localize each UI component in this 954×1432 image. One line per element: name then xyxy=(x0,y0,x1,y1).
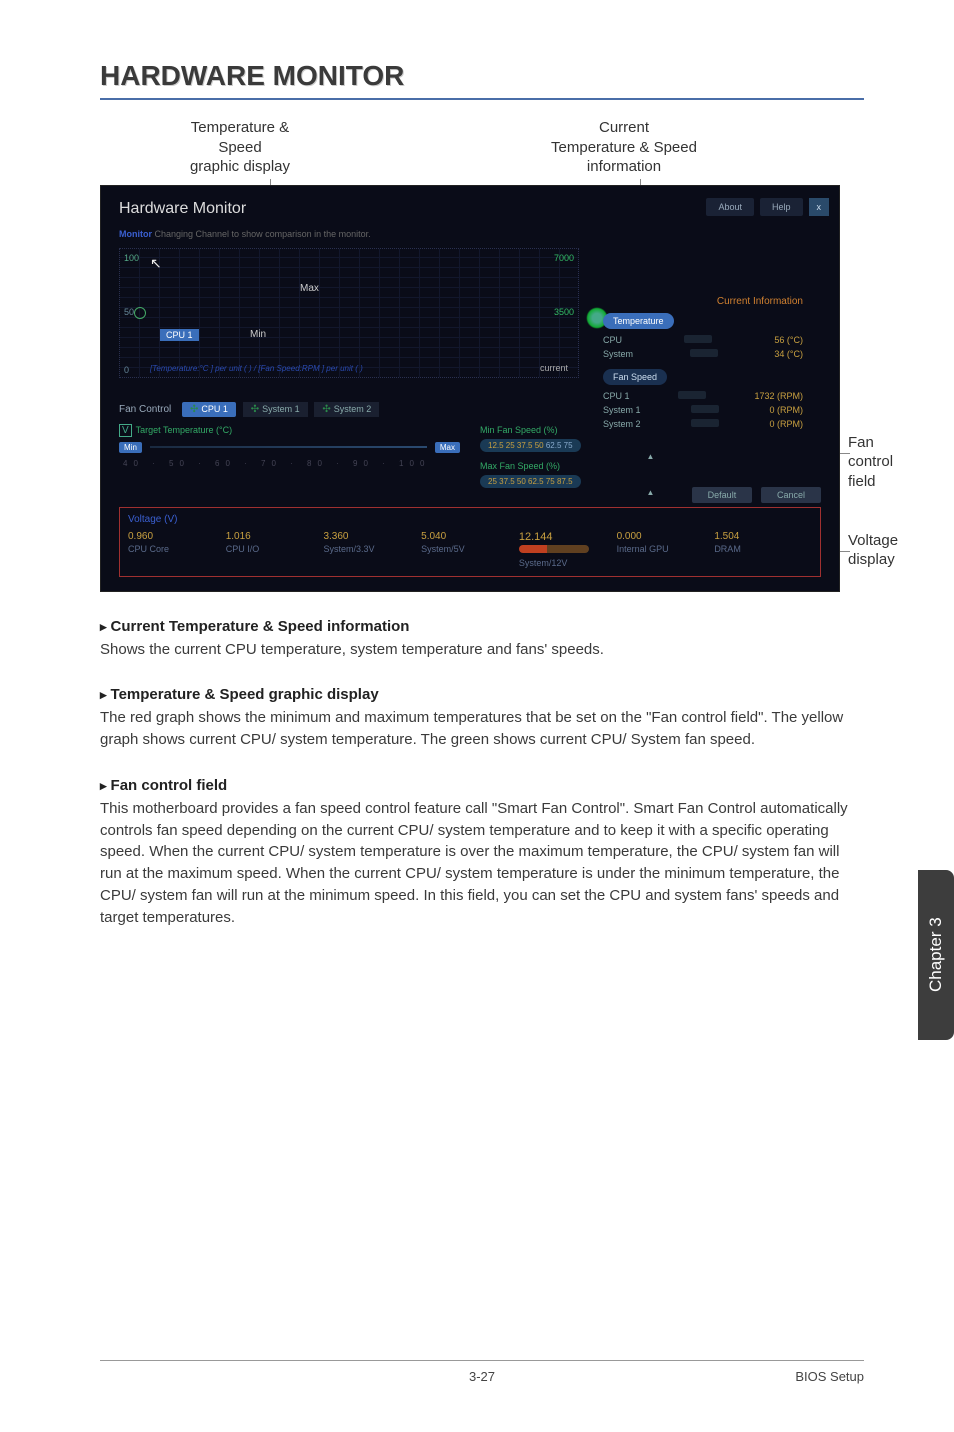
voltage-cell: 0.960 CPU Core xyxy=(128,531,226,568)
monitor-hint: Monitor Changing Channel to show compari… xyxy=(101,226,839,242)
max-fan-slider[interactable]: 25 37.5 50 62.5 75 87.5 xyxy=(480,475,581,488)
voltage-cell: 5.040 System/5V xyxy=(421,531,519,568)
cursor-icon: ↖ xyxy=(150,255,164,269)
voltage-cell: 0.000 Internal GPU xyxy=(617,531,715,568)
callout-voltage: Voltagedisplay xyxy=(848,531,898,570)
section-heading: Current Temperature & Speed information xyxy=(100,618,864,635)
min-knob[interactable]: Min xyxy=(119,442,142,453)
hardware-monitor-screenshot: Hardware Monitor About Help x Monitor Ch… xyxy=(100,185,840,592)
voltage-cell: 3.360 System/3.3V xyxy=(323,531,421,568)
target-temp-label: Target Temperature (°C) xyxy=(136,425,232,435)
footer-section: BIOS Setup xyxy=(795,1369,864,1384)
section-heading: Fan control field xyxy=(100,777,864,794)
page-number: 3-27 xyxy=(100,1369,864,1384)
slider-marker-icon: ▲ xyxy=(480,452,821,461)
fan-speed-tab[interactable]: Fan Speed xyxy=(603,369,667,385)
close-button[interactable]: x xyxy=(809,198,830,216)
section-body: This motherboard provides a fan speed co… xyxy=(100,798,864,929)
max-label: Max xyxy=(300,283,319,294)
y2-axis-7000: 7000 xyxy=(554,253,574,263)
voltage-cell: 1.504 DRAM xyxy=(714,531,812,568)
info-row: System 34 (°C) xyxy=(603,347,803,361)
leader-line xyxy=(840,551,850,552)
label-temp-speed-graphic: Temperature &Speedgraphic display xyxy=(140,118,340,177)
info-row: CPU 56 (°C) xyxy=(603,333,803,347)
max-fan-title: Max Fan Speed (%) xyxy=(480,461,821,471)
label-current-info: CurrentTemperature & Speedinformation xyxy=(504,118,744,177)
section-body: The red graph shows the minimum and maxi… xyxy=(100,707,864,751)
fc-tab-cpu1[interactable]: ✣CPU 1 xyxy=(182,402,236,417)
section-body: Shows the current CPU temperature, syste… xyxy=(100,639,864,661)
min-fan-title: Min Fan Speed (%) xyxy=(480,425,821,435)
fan-control-label: Fan Control xyxy=(119,404,171,415)
leader-line xyxy=(840,453,850,454)
temp-slider[interactable] xyxy=(150,446,427,448)
fan-icon xyxy=(134,307,146,319)
fan-icon: ✣ xyxy=(190,404,198,415)
max-knob[interactable]: Max xyxy=(435,442,460,453)
help-button[interactable]: Help xyxy=(760,198,803,216)
page-title: HARDWARE MONITOR xyxy=(100,60,864,100)
section-heading: Temperature & Speed graphic display xyxy=(100,686,864,703)
voltage-panel: Voltage (V) 0.960 CPU Core 1.016 CPU I/O… xyxy=(119,507,821,577)
cancel-button[interactable]: Cancel xyxy=(761,487,821,503)
current-label: current xyxy=(540,363,568,373)
voltage-cell: 1.016 CPU I/O xyxy=(226,531,324,568)
min-fan-slider[interactable]: 12.5 25 37.5 50 62.5 75 xyxy=(480,439,581,452)
voltage-cell: 12.144 System/12V xyxy=(519,531,617,568)
target-temp-checkbox[interactable]: V xyxy=(119,424,132,437)
fc-tab-system1[interactable]: ✣System 1 xyxy=(243,402,308,417)
fc-tab-system2[interactable]: ✣System 2 xyxy=(314,402,379,417)
about-button[interactable]: About xyxy=(706,198,754,216)
voltage-gauge xyxy=(519,545,589,553)
temp-speed-graph: ↖ 100 50 0 7000 3500 Max Min CPU 1 [Temp… xyxy=(119,248,579,378)
fan-icon: ✣ xyxy=(322,404,330,415)
temp-ticks: 40 · 50 · 60 · 70 · 80 · 90 · 100 xyxy=(123,459,460,468)
cpu1-tag: CPU 1 xyxy=(160,329,199,341)
y-axis-100: 100 xyxy=(124,253,139,263)
voltage-title: Voltage (V) xyxy=(128,514,812,525)
fan-control-panel: Fan Control ✣CPU 1 ✣System 1 ✣System 2 V… xyxy=(119,398,821,507)
y-axis-50: 50 xyxy=(124,307,134,317)
fan-icon: ✣ xyxy=(251,404,259,415)
min-label: Min xyxy=(250,329,266,340)
callout-fan-control: Fancontrol field xyxy=(848,433,893,492)
y-axis-0: 0 xyxy=(124,365,129,375)
graph-legend: [Temperature:°C ] per unit ( ) / [Fan Sp… xyxy=(150,364,363,373)
current-info-title: Current Information xyxy=(603,296,803,307)
y2-axis-3500: 3500 xyxy=(554,307,574,317)
chapter-tab: Chapter 3 xyxy=(918,870,954,1040)
default-button[interactable]: Default xyxy=(692,487,753,503)
temperature-tab[interactable]: Temperature xyxy=(603,313,674,329)
